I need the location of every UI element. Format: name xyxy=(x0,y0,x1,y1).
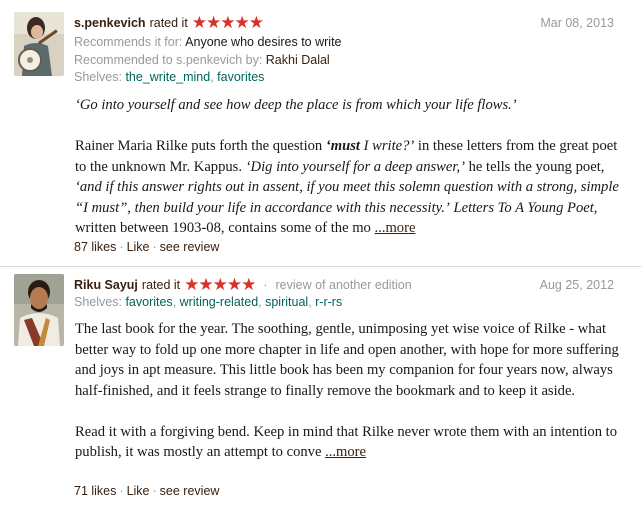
shelf-link[interactable]: spiritual xyxy=(265,295,308,309)
review-body: The last book for the year. The soothing… xyxy=(75,319,623,463)
shelves-line: Shelves: the_write_mind, favorites xyxy=(74,70,265,84)
review-card: s.penkevich rated it ★★★★★ Mar 08, 2013 … xyxy=(0,0,641,266)
see-review-link[interactable]: see review xyxy=(160,240,220,254)
recommended-by-label: Recommended to s.penkevich by: xyxy=(74,53,263,67)
review-footer: 87 likes · Like · see review xyxy=(74,240,220,254)
shelf-link[interactable]: writing-related xyxy=(180,295,259,309)
review-text-italic: I write?’ xyxy=(359,138,415,154)
review-text-italic: ‘Dig into yourself for a deep answer,’ xyxy=(245,158,465,175)
likes-count-link[interactable]: 71 likes xyxy=(74,484,116,498)
review-text-emphasis: ‘must xyxy=(325,138,360,154)
more-link[interactable]: ...more xyxy=(325,444,366,460)
star-rating: ★★★★★ xyxy=(191,13,264,32)
review-card: Riku Sayuj rated it ★★★★★ · review of an… xyxy=(0,266,641,508)
more-link[interactable]: ...more xyxy=(375,220,416,236)
like-button[interactable]: Like xyxy=(127,240,150,254)
review-body: ‘Go into yourself and see how deep the p… xyxy=(75,95,623,239)
shelves-label: Shelves: xyxy=(74,295,122,309)
avatar[interactable] xyxy=(14,274,64,346)
separator-dot: · xyxy=(263,278,268,292)
shelf-link[interactable]: the_write_mind xyxy=(125,70,210,84)
recommended-by-line: Recommended to s.penkevich by: Rakhi Dal… xyxy=(74,51,330,69)
review-date[interactable]: Mar 08, 2013 xyxy=(540,16,614,30)
review-quote: ‘Go into yourself and see how deep the p… xyxy=(75,97,517,113)
like-button[interactable]: Like xyxy=(127,484,150,498)
review-date[interactable]: Aug 25, 2012 xyxy=(540,278,614,292)
review-text: he tells the young poet, xyxy=(464,158,605,175)
review-paragraph: The last book for the year. The soothing… xyxy=(75,321,619,399)
star-rating: ★★★★★ xyxy=(184,275,256,294)
shelf-link[interactable]: favorites xyxy=(125,295,172,309)
avatar[interactable] xyxy=(14,12,64,76)
see-review-link[interactable]: see review xyxy=(160,484,220,498)
shelves-label: Shelves: xyxy=(74,70,122,84)
shelf-link[interactable]: favorites xyxy=(217,70,264,84)
rated-text: rated it xyxy=(149,16,188,30)
likes-count-link[interactable]: 87 likes xyxy=(74,240,116,254)
shelves-line: Shelves: favorites, writing-related, spi… xyxy=(74,295,343,309)
user-photo-icon xyxy=(14,12,64,76)
shelf-link[interactable]: r-r-rs xyxy=(315,295,342,309)
review-footer: 71 likes · Like · see review xyxy=(74,484,220,498)
user-photo-icon xyxy=(14,274,64,346)
review-of-another-edition-link[interactable]: review of another edition xyxy=(276,276,412,294)
recommends-label: Recommends it for: xyxy=(74,35,183,49)
review-header: s.penkevich rated it ★★★★★ xyxy=(74,13,264,33)
reviewer-name-link[interactable]: Riku Sayuj xyxy=(74,276,138,294)
book-title-italic: Letters To A Young Poet xyxy=(453,199,594,216)
review-text: Rainer Maria Rilke puts forth the questi… xyxy=(75,138,326,154)
recommends-value: Anyone who desires to write xyxy=(185,35,342,49)
rated-text: rated it xyxy=(141,278,181,292)
recommends-line: Recommends it for: Anyone who desires to… xyxy=(74,33,342,51)
review-header: Riku Sayuj rated it ★★★★★ · review of an… xyxy=(74,275,412,295)
recommender-link[interactable]: Rakhi Dalal xyxy=(266,53,330,67)
reviewer-name-link[interactable]: s.penkevich xyxy=(74,14,146,32)
